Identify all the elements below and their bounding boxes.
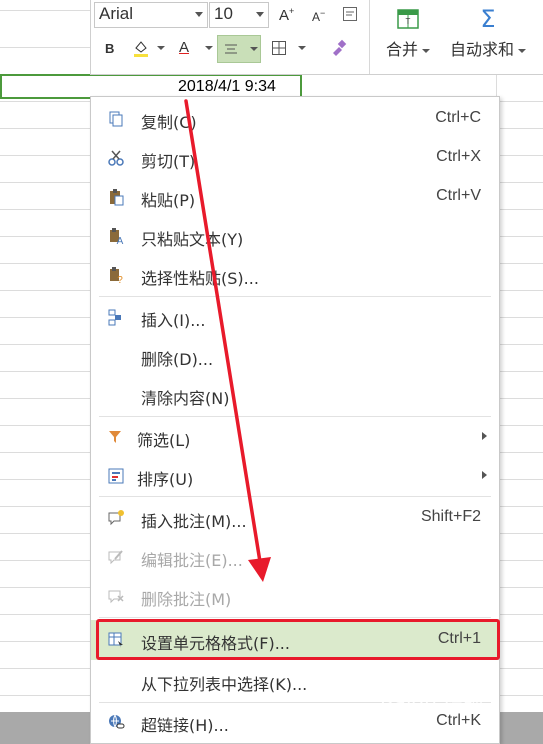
watermark: Baidu 经验 bbox=[380, 690, 484, 714]
annotation-arrow bbox=[184, 99, 271, 582]
